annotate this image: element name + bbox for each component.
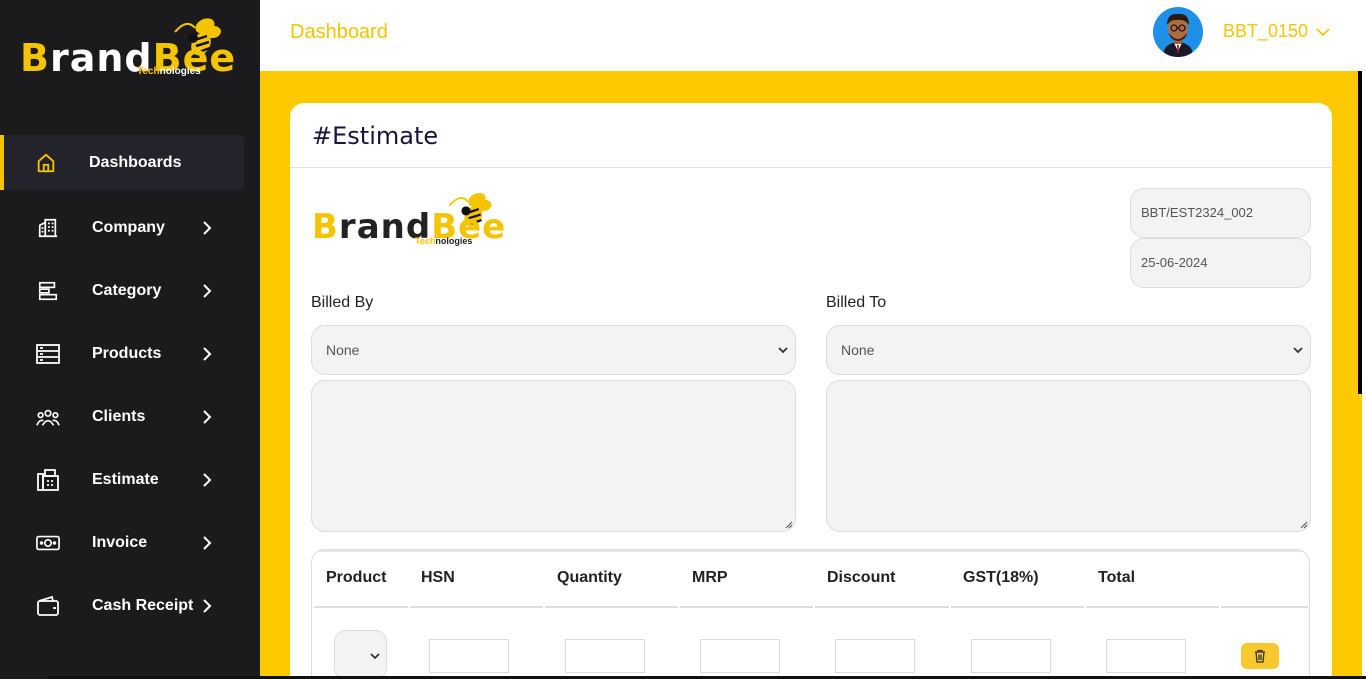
chevron-right-icon	[200, 346, 214, 361]
main-content: #Estimate BrandBee Technologies BBT/EST2…	[260, 71, 1362, 679]
building-icon	[36, 216, 60, 240]
billed-to-select[interactable]: None	[826, 325, 1311, 375]
table-divider	[680, 606, 813, 608]
items-table: Product HSN Quantity MRP Discount GST(18…	[311, 549, 1310, 679]
avatar[interactable]	[1153, 7, 1203, 57]
chevron-right-icon	[200, 220, 214, 235]
scrollbar[interactable]	[1358, 71, 1362, 394]
estimate-date-field[interactable]: 25-06-2024	[1130, 238, 1311, 288]
hsn-input[interactable]	[429, 639, 509, 673]
column-header: GST(18%)	[963, 569, 1039, 586]
sidebar-item-company[interactable]: Company	[0, 196, 260, 259]
chevron-down-icon	[1293, 347, 1303, 354]
estimate-number-field[interactable]: BBT/EST2324_002	[1130, 188, 1311, 238]
product-select[interactable]	[334, 630, 387, 679]
table-divider	[815, 606, 949, 608]
table-divider	[1221, 606, 1308, 608]
sidebar-item-clients[interactable]: Clients	[0, 385, 260, 448]
sidebar-item-products[interactable]: Products	[0, 322, 260, 385]
products-icon	[36, 342, 60, 366]
card-header: #Estimate	[290, 103, 1332, 168]
chevron-right-icon	[200, 283, 214, 298]
sidebar-item-cash-receipt[interactable]: Cash Receipt	[0, 574, 260, 637]
quantity-input[interactable]	[565, 639, 645, 673]
chevron-right-icon	[200, 535, 214, 550]
column-header: Total	[1098, 569, 1136, 586]
sidebar-item-label: Estimate	[92, 470, 159, 488]
sidebar-item-label: Products	[92, 344, 162, 362]
user-name[interactable]: BBT_0150	[1223, 21, 1308, 42]
sidebar-item-label: Invoice	[92, 533, 148, 551]
sidebar-nav: Dashboards Company Category Products Cli…	[0, 135, 260, 637]
billed-to-address[interactable]	[826, 380, 1311, 532]
column-header: Quantity	[557, 569, 622, 586]
brand-tagline: Technologies	[415, 236, 473, 246]
chevron-down-icon[interactable]	[1315, 24, 1331, 40]
page-title: Dashboard	[290, 21, 388, 43]
wallet-icon	[36, 594, 60, 618]
sidebar-item-category[interactable]: Category	[0, 259, 260, 322]
billed-by-select[interactable]: None	[311, 325, 796, 375]
column-header: HSN	[421, 569, 455, 586]
gst-input[interactable]	[971, 639, 1051, 673]
billed-to-label: Billed To	[826, 294, 887, 311]
fax-icon	[36, 468, 60, 492]
sidebar-item-label: Cash Receipt	[92, 596, 194, 614]
sidebar: BrandBee Technologies Dashboards Company…	[0, 0, 260, 679]
company-logo: BrandBee Technologies	[312, 189, 505, 251]
sidebar-item-label: Clients	[92, 407, 146, 425]
top-bar: Dashboard BBT_0150	[260, 0, 1366, 71]
estimate-card: #Estimate BrandBee Technologies BBT/EST2…	[290, 103, 1332, 679]
chevron-down-icon	[778, 347, 788, 354]
table-divider	[314, 606, 408, 608]
table-divider	[1086, 606, 1219, 608]
chevron-right-icon	[200, 598, 214, 613]
resize-grip-icon[interactable]	[1300, 521, 1308, 529]
sidebar-item-label: Company	[92, 218, 165, 236]
billed-by-address[interactable]	[311, 380, 796, 532]
column-header: Product	[326, 569, 387, 586]
mrp-input[interactable]	[700, 639, 780, 673]
sidebar-item-label: Dashboards	[89, 153, 182, 171]
category-icon	[36, 279, 60, 303]
chevron-down-icon	[370, 653, 380, 660]
billed-to-value: None	[841, 342, 875, 358]
home-icon	[34, 151, 58, 175]
sidebar-item-dashboards[interactable]: Dashboards	[0, 135, 244, 190]
delete-row-button[interactable]	[1241, 643, 1279, 669]
discount-input[interactable]	[835, 639, 915, 673]
resize-grip-icon[interactable]	[785, 521, 793, 529]
brand-logo[interactable]: BrandBee Technologies	[20, 14, 235, 84]
trash-icon	[1255, 649, 1265, 663]
brand-tagline: Technologies	[137, 66, 201, 77]
sidebar-item-label: Category	[92, 281, 162, 299]
card-title: #Estimate	[312, 122, 439, 150]
brand-wordmark: BrandBee	[312, 207, 507, 247]
total-input[interactable]	[1106, 639, 1186, 673]
billed-by-value: None	[326, 342, 360, 358]
table-divider	[951, 606, 1084, 608]
sidebar-item-estimate[interactable]: Estimate	[0, 448, 260, 511]
sidebar-item-invoice[interactable]: Invoice	[0, 511, 260, 574]
chevron-right-icon	[200, 472, 214, 487]
chevron-right-icon	[200, 409, 214, 424]
billed-by-label: Billed By	[311, 294, 374, 311]
table-divider	[312, 550, 1309, 552]
table-divider	[410, 606, 543, 608]
cash-icon	[36, 531, 60, 555]
brand-wordmark: BrandBee	[20, 36, 237, 80]
table-divider	[545, 606, 678, 608]
column-header: MRP	[692, 569, 728, 586]
clients-icon	[36, 405, 60, 429]
column-header: Discount	[827, 569, 896, 586]
